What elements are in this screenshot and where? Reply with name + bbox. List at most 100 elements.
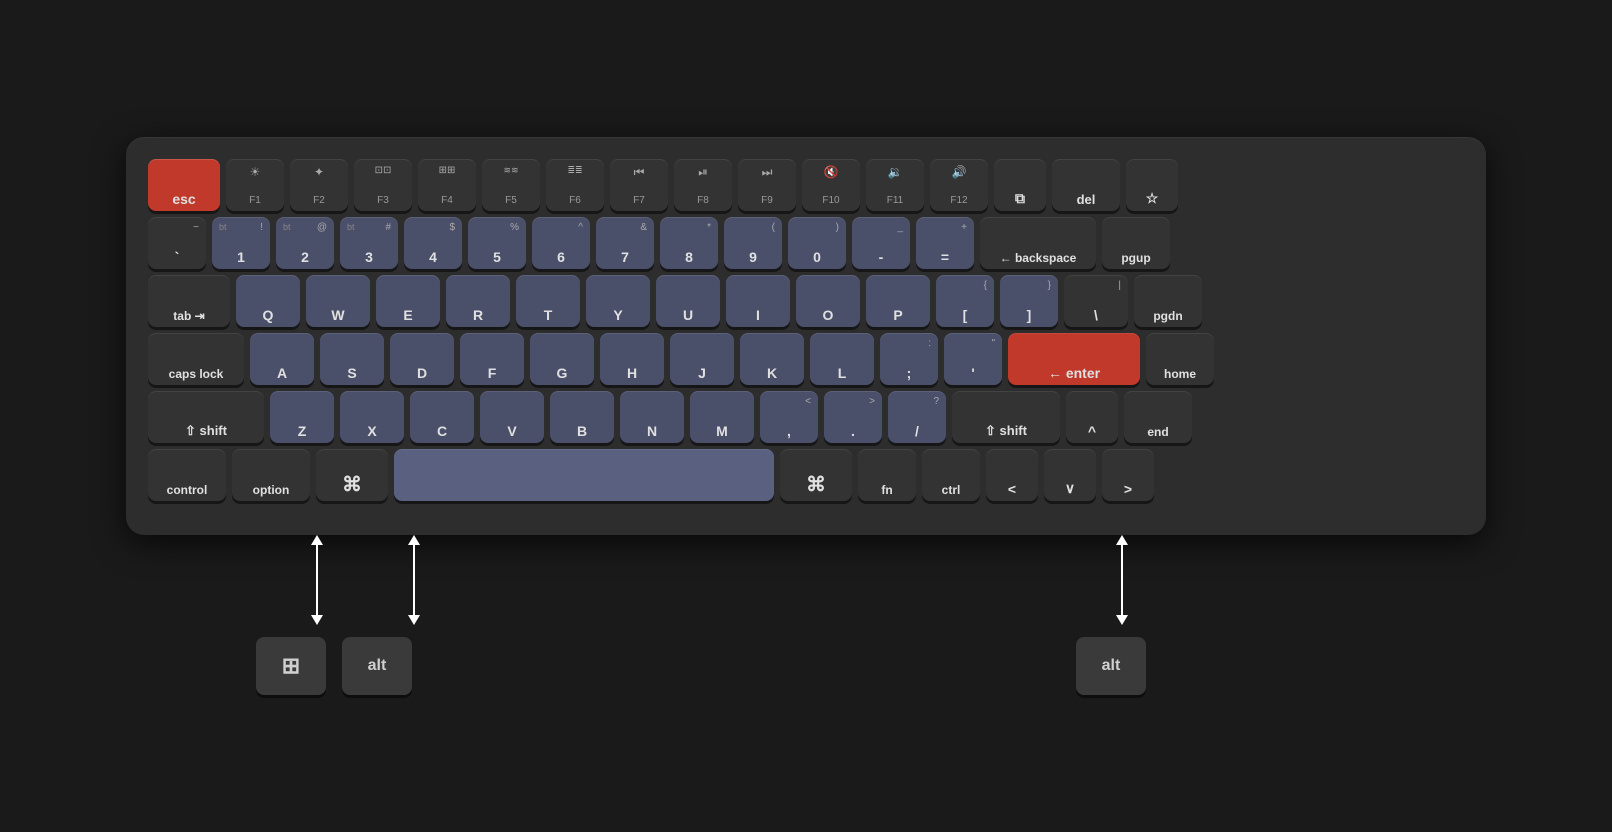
key-tab[interactable]: tab ⇥ — [148, 275, 230, 327]
key-g[interactable]: G — [530, 333, 594, 385]
key-t[interactable]: T — [516, 275, 580, 327]
key-option[interactable]: option — [232, 449, 310, 501]
key-f3[interactable]: ⊡⊡ F3 — [354, 159, 412, 211]
annotation-key-win: ⊞ — [256, 637, 326, 695]
key-z[interactable]: Z — [270, 391, 334, 443]
key-f12[interactable]: 🔊 F12 — [930, 159, 988, 211]
annotation-key-alt-right: alt — [1076, 637, 1146, 695]
key-7[interactable]: & 7 — [596, 217, 654, 269]
bottom-row: control option ⌘ ⌘ fn ctrl < ∨ — [148, 449, 1464, 501]
key-v[interactable]: V — [480, 391, 544, 443]
key-enter[interactable]: ← enter — [1008, 333, 1140, 385]
key-rbracket[interactable]: } ] — [1000, 275, 1058, 327]
key-f8[interactable]: ⏯ F8 — [674, 159, 732, 211]
shift-row: ⇧ shift Z X C V B N M < — [148, 391, 1464, 443]
key-shift-left[interactable]: ⇧ shift — [148, 391, 264, 443]
keyboard-container: esc ☀ F1 ✦ F2 ⊡⊡ F3 ⊞⊞ F4 — [106, 117, 1506, 715]
key-f5[interactable]: ≋≋ F5 — [482, 159, 540, 211]
key-5[interactable]: % 5 — [468, 217, 526, 269]
key-control[interactable]: control — [148, 449, 226, 501]
fn-row: esc ☀ F1 ✦ F2 ⊡⊡ F3 ⊞⊞ F4 — [148, 159, 1464, 211]
key-lbracket[interactable]: { [ — [936, 275, 994, 327]
key-left[interactable]: < — [986, 449, 1038, 501]
key-f9[interactable]: ⏭ F9 — [738, 159, 796, 211]
key-equals[interactable]: + = — [916, 217, 974, 269]
key-w[interactable]: W — [306, 275, 370, 327]
annotation-arrow-option-win — [311, 535, 323, 625]
key-f2[interactable]: ✦ F2 — [290, 159, 348, 211]
key-comma[interactable]: < , — [760, 391, 818, 443]
key-down[interactable]: ∨ — [1044, 449, 1096, 501]
key-f11[interactable]: 🔉 F11 — [866, 159, 924, 211]
key-1[interactable]: bt ! 1 — [212, 217, 270, 269]
key-e[interactable]: E — [376, 275, 440, 327]
key-a[interactable]: A — [250, 333, 314, 385]
key-f[interactable]: F — [460, 333, 524, 385]
key-end[interactable]: end — [1124, 391, 1192, 443]
key-6[interactable]: ^ 6 — [532, 217, 590, 269]
key-q[interactable]: Q — [236, 275, 300, 327]
key-8[interactable]: * 8 — [660, 217, 718, 269]
key-brightness[interactable]: ☆ — [1126, 159, 1178, 211]
key-f4[interactable]: ⊞⊞ F4 — [418, 159, 476, 211]
key-y[interactable]: Y — [586, 275, 650, 327]
key-backspace[interactable]: ← backspace — [980, 217, 1096, 269]
key-b[interactable]: B — [550, 391, 614, 443]
key-3[interactable]: bt # 3 — [340, 217, 398, 269]
key-semicolon[interactable]: : ; — [880, 333, 938, 385]
key-esc[interactable]: esc — [148, 159, 220, 211]
key-fn[interactable]: fn — [858, 449, 916, 501]
key-f1[interactable]: ☀ F1 — [226, 159, 284, 211]
key-4[interactable]: $ 4 — [404, 217, 462, 269]
key-cmd-right[interactable]: ⌘ — [780, 449, 852, 501]
caps-row: caps lock A S D F G H J — [148, 333, 1464, 385]
key-l[interactable]: L — [810, 333, 874, 385]
key-k[interactable]: K — [740, 333, 804, 385]
key-backslash[interactable]: | \ — [1064, 275, 1128, 327]
key-m[interactable]: M — [690, 391, 754, 443]
key-2[interactable]: bt @ 2 — [276, 217, 334, 269]
key-d[interactable]: D — [390, 333, 454, 385]
keyboard: esc ☀ F1 ✦ F2 ⊡⊡ F3 ⊞⊞ F4 — [126, 137, 1486, 535]
key-j[interactable]: J — [670, 333, 734, 385]
key-f7[interactable]: ⏮ F7 — [610, 159, 668, 211]
key-tilde[interactable]: ~ ` — [148, 217, 206, 269]
key-o[interactable]: O — [796, 275, 860, 327]
key-s[interactable]: S — [320, 333, 384, 385]
annotation-arrow-cmd-right-alt — [1116, 535, 1128, 625]
key-c[interactable]: C — [410, 391, 474, 443]
key-del[interactable]: del — [1052, 159, 1120, 211]
key-u[interactable]: U — [656, 275, 720, 327]
key-h[interactable]: H — [600, 333, 664, 385]
key-cmd-left[interactable]: ⌘ — [316, 449, 388, 501]
key-ctrl-right[interactable]: ctrl — [922, 449, 980, 501]
key-caps[interactable]: caps lock — [148, 333, 244, 385]
key-f6[interactable]: ≣≣ F6 — [546, 159, 604, 211]
key-crop[interactable]: ⧉ — [994, 159, 1046, 211]
num-row: ~ ` bt ! 1 bt @ 2 bt # 3 $ 4 — [148, 217, 1464, 269]
key-minus[interactable]: _ - — [852, 217, 910, 269]
key-0[interactable]: ) 0 — [788, 217, 846, 269]
key-x[interactable]: X — [340, 391, 404, 443]
key-period[interactable]: > . — [824, 391, 882, 443]
key-p[interactable]: P — [866, 275, 930, 327]
key-up[interactable]: ^ — [1066, 391, 1118, 443]
key-f10[interactable]: 🔇 F10 — [802, 159, 860, 211]
key-shift-right[interactable]: ⇧ shift — [952, 391, 1060, 443]
key-quote[interactable]: " ' — [944, 333, 1002, 385]
key-n[interactable]: N — [620, 391, 684, 443]
key-9[interactable]: ( 9 — [724, 217, 782, 269]
annotation-keys-row: ⊞ alt — [256, 637, 412, 695]
key-space[interactable] — [394, 449, 774, 501]
key-pgdn[interactable]: pgdn — [1134, 275, 1202, 327]
key-home[interactable]: home — [1146, 333, 1214, 385]
key-slash[interactable]: ? / — [888, 391, 946, 443]
key-r[interactable]: R — [446, 275, 510, 327]
annotation-key-alt-right-wrap: alt — [1076, 637, 1146, 695]
key-right[interactable]: > — [1102, 449, 1154, 501]
tab-row: tab ⇥ Q W E R T Y U I — [148, 275, 1464, 327]
key-i[interactable]: I — [726, 275, 790, 327]
key-pgup[interactable]: pgup — [1102, 217, 1170, 269]
annotations-area: ⊞ alt alt — [126, 535, 1486, 695]
annotation-arrow-cmd-alt — [408, 535, 420, 625]
